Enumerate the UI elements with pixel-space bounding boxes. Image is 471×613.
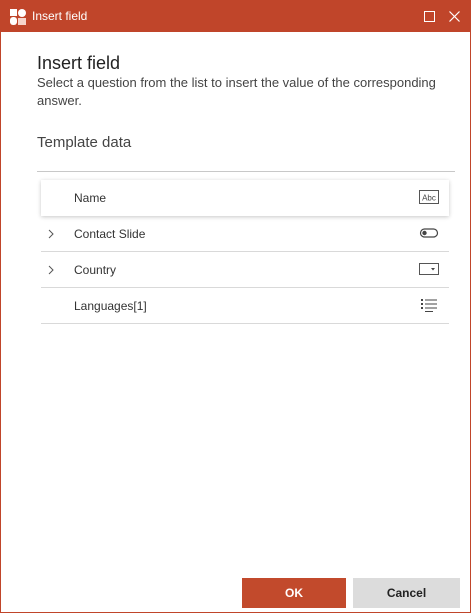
maximize-icon [423, 11, 435, 22]
dropdown-icon [419, 263, 439, 275]
chevron-right-icon[interactable] [45, 264, 57, 276]
list-icon [421, 299, 437, 312]
window-title: Insert field [32, 9, 88, 23]
dialog-description: Select a question from the list to inser… [37, 75, 436, 108]
text-field-icon: Abc [419, 190, 439, 204]
field-row-languages[interactable]: Languages[1] [41, 288, 449, 324]
field-list: Name Abc Contact Slide Country Languages… [41, 180, 449, 324]
title-bar[interactable]: Insert field [1, 1, 470, 32]
field-label: Contact Slide [74, 227, 146, 241]
close-icon [448, 11, 460, 22]
dialog-heading: Insert field [37, 53, 121, 73]
ok-button[interactable]: OK [242, 578, 346, 608]
svg-text:Abc: Abc [422, 194, 436, 203]
field-row-country[interactable]: Country [41, 252, 449, 288]
field-label: Country [74, 263, 117, 277]
field-label: Name [74, 191, 107, 205]
section-divider [37, 171, 455, 172]
cancel-button[interactable]: Cancel [353, 578, 460, 608]
insert-field-dialog: Insert field Insert field Select a quest… [0, 0, 471, 613]
field-row-name[interactable]: Name Abc [41, 180, 449, 216]
close-button[interactable] [437, 1, 471, 32]
app-logo-icon [10, 9, 26, 25]
field-row-contact-slide[interactable]: Contact Slide [41, 216, 449, 252]
chevron-right-icon[interactable] [45, 228, 57, 240]
toggle-icon [419, 228, 439, 238]
section-title: Template data [37, 134, 132, 151]
field-label: Languages[1] [74, 299, 147, 313]
